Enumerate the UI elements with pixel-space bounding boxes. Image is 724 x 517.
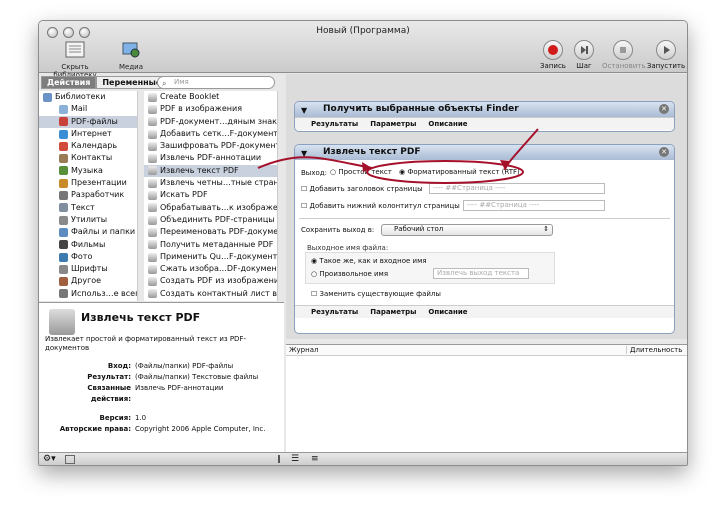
annotation-arrow-1	[257, 156, 373, 169]
annotation-arrow-2	[504, 128, 539, 171]
annotation-ellipse	[366, 160, 524, 184]
annotation-arrows	[257, 128, 539, 184]
